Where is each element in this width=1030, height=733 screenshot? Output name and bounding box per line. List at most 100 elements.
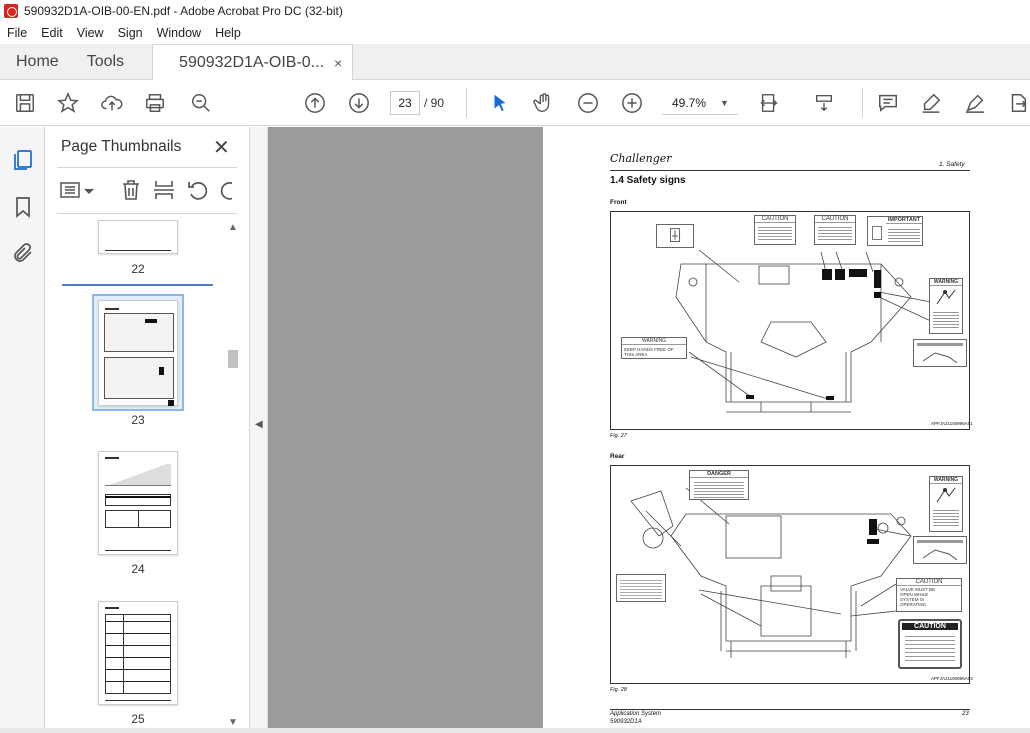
page-count: / 90 — [424, 96, 445, 110]
footer-rule — [610, 709, 970, 710]
section-heading: 1.4 Safety signs — [610, 175, 686, 186]
document-viewer[interactable]: Challenger 1. Safety 1.4 Safety signs Fr… — [268, 127, 1030, 733]
divider — [57, 167, 237, 168]
sign-danger-title: DANGER — [690, 471, 748, 478]
sign-warning-rear: WARNING — [929, 476, 963, 532]
footer-title: Application System — [610, 711, 662, 717]
scrollbar-thumb[interactable] — [228, 350, 238, 368]
tab-home[interactable]: Home — [0, 44, 75, 80]
scroll-up-icon[interactable]: ▲ — [228, 222, 238, 233]
sign-important: IMPORTANT — [867, 216, 923, 246]
left-rail — [0, 127, 45, 733]
sign-caution-valve-text: VALVE MUST BE OPEN WHILE SYSTEM IS OPERA… — [900, 587, 936, 607]
sign-caution-large-title: CAUTION — [902, 623, 958, 630]
rotate-counterclockwise-icon[interactable] — [186, 178, 210, 202]
menu-file[interactable]: File — [0, 26, 34, 40]
page-fit-icon[interactable] — [757, 91, 781, 115]
print-icon[interactable] — [143, 91, 167, 115]
footer-page-number: 23 — [962, 711, 969, 717]
figure-front-diagram: CAUTION CAUTION IMPORTANT WARNING WARNIN… — [610, 211, 973, 430]
bookmark-icon[interactable] — [11, 195, 35, 219]
figure-28-id: APFJA21100996A03 — [931, 676, 973, 681]
horizontal-scrollbar[interactable] — [0, 728, 1030, 733]
zoom-search-icon[interactable] — [189, 91, 213, 115]
figure-27-caption: Fig. 27 — [610, 433, 627, 439]
thumbnail-page-24[interactable] — [98, 451, 178, 555]
figure-28-caption: Fig. 28 — [610, 687, 627, 693]
thumbnail-page-25[interactable] — [98, 601, 178, 705]
menu-sign[interactable]: Sign — [111, 26, 150, 40]
toolbar — [0, 80, 1030, 126]
select-cursor-icon[interactable] — [488, 91, 512, 115]
rotate-clockwise-icon[interactable] — [218, 178, 232, 202]
menu-window[interactable]: Window — [150, 26, 208, 40]
bookmark-star-icon[interactable] — [56, 91, 80, 115]
window-title: 590932D1A-OIB-00-EN.pdf - Adobe Acrobat … — [24, 4, 343, 18]
zoom-select[interactable]: 49.7% ▼ — [662, 91, 738, 115]
save-icon[interactable] — [13, 91, 37, 115]
thumbnail-page-number: 22 — [131, 262, 145, 276]
scroll-down-icon[interactable]: ▼ — [228, 717, 238, 728]
next-page-icon[interactable] — [347, 91, 371, 115]
export-pdf-icon[interactable] — [1006, 91, 1030, 115]
tab-close-icon[interactable]: × — [334, 55, 342, 71]
tab-tools[interactable]: Tools — [75, 44, 152, 80]
sign-warning-hands-title: WARNING — [622, 338, 686, 345]
previous-page-icon[interactable] — [303, 91, 327, 115]
menu-bar: File Edit View Sign Window Help — [0, 22, 1030, 44]
pdf-page: Challenger 1. Safety 1.4 Safety signs Fr… — [543, 127, 1030, 733]
thumbnail-page-22[interactable] — [98, 220, 178, 254]
page-thumbnails-panel: Page Thumbnails ✕ 22 23 24 25 ▲ ▼ — [45, 127, 250, 733]
page-thumbnails-icon[interactable] — [11, 148, 35, 172]
thumbnail-page-number: 24 — [131, 562, 145, 576]
zoom-in-icon[interactable] — [620, 91, 644, 115]
tab-document[interactable]: 590932D1A-OIB-0... × — [152, 44, 354, 81]
sign-caution-1: CAUTION — [754, 215, 796, 245]
sign-location-marker — [746, 395, 754, 399]
insert-pages-icon[interactable] — [152, 178, 176, 202]
scroll-mode-icon[interactable] — [812, 91, 836, 115]
sign-warning-title: WARNING — [930, 279, 962, 286]
sign-caution-1-title: CAUTION — [755, 216, 795, 223]
sign-warning-hands-text: KEEP HANDS FREE OF THIS AREA — [624, 347, 674, 357]
section-reference: 1. Safety — [939, 161, 965, 168]
zoom-value: 49.7% — [672, 95, 707, 110]
comment-icon[interactable] — [876, 91, 900, 115]
highlight-pen-icon[interactable] — [919, 91, 943, 115]
menu-edit[interactable]: Edit — [34, 26, 70, 40]
sign-location-marker — [867, 539, 879, 544]
drop-indicator — [62, 284, 213, 286]
footer-code: 590932D1A — [610, 719, 642, 725]
thumbnail-scrollbar[interactable]: ▲ ▼ — [226, 220, 240, 733]
menu-help[interactable]: Help — [208, 26, 248, 40]
sign-pen-icon[interactable] — [963, 91, 987, 115]
sign-caution-2: CAUTION — [814, 215, 856, 245]
figure-rear-diagram: DANGER WARNING CAUTION VALVE MUST BE OPE… — [610, 465, 973, 684]
figure-27-id: APFJA21100996A01 — [931, 421, 973, 426]
delete-trash-icon[interactable] — [119, 178, 143, 202]
toolbar-separator — [466, 88, 467, 118]
sign-important-title: IMPORTANT — [886, 217, 922, 224]
hand-tool-icon[interactable] — [532, 91, 556, 115]
thumbnail-page-number: 25 — [131, 712, 145, 726]
thumbnail-page-23[interactable] — [98, 300, 178, 406]
sign-lock-product — [913, 339, 967, 367]
title-bar: 590932D1A-OIB-00-EN.pdf - Adobe Acrobat … — [0, 0, 1030, 22]
upload-cloud-icon[interactable] — [100, 91, 124, 115]
tab-document-label: 590932D1A-OIB-0... — [179, 54, 325, 71]
sign-warning: WARNING — [929, 278, 963, 334]
attachment-paperclip-icon[interactable] — [11, 241, 35, 265]
sign-location-marker — [874, 292, 881, 298]
menu-view[interactable]: View — [70, 26, 111, 40]
thumbnail-options-icon[interactable] — [59, 178, 97, 202]
sign-lock-product-rear — [913, 536, 967, 564]
sign-danger: DANGER — [689, 470, 749, 500]
sign-caution-2-title: CAUTION — [815, 216, 855, 223]
zoom-out-icon[interactable] — [576, 91, 600, 115]
front-label: Front — [610, 199, 627, 206]
page-number-input[interactable]: 23 — [390, 91, 420, 115]
close-icon[interactable]: ✕ — [213, 135, 230, 160]
sign-caution-valve: CAUTION VALVE MUST BE OPEN WHILE SYSTEM … — [896, 578, 962, 612]
sign-location-marker — [826, 396, 834, 400]
panel-collapse-handle[interactable]: ◀ — [250, 127, 268, 733]
